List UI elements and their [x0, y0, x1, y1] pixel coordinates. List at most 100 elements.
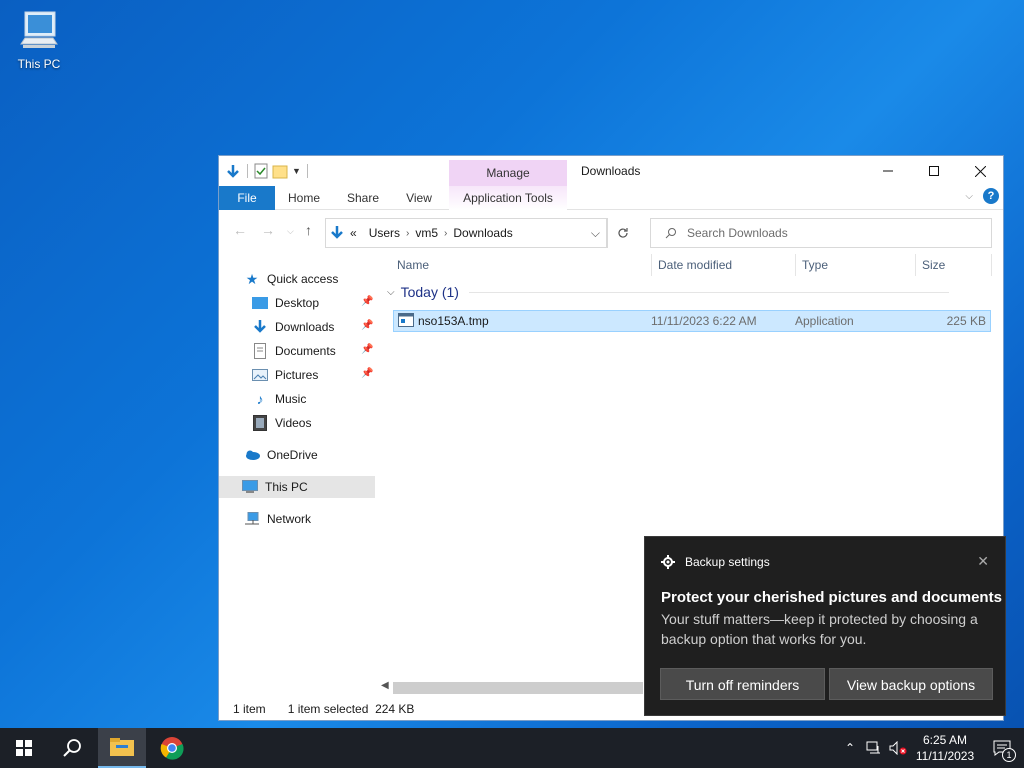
file-name: nso153A.tmp [418, 314, 489, 328]
turn-off-reminders-button[interactable]: Turn off reminders [660, 668, 825, 700]
nav-label: Quick access [267, 272, 339, 286]
nav-pictures[interactable]: Pictures [251, 364, 318, 386]
column-header-type[interactable]: Type [802, 250, 828, 280]
column-header-date-modified[interactable]: Date modified [658, 250, 732, 280]
chevron-down-icon: ⌵ [387, 286, 395, 298]
qat-dropdown-icon[interactable]: ▼ [292, 166, 301, 176]
new-folder-icon[interactable] [272, 163, 288, 179]
tab-file[interactable]: File [219, 186, 275, 210]
taskbar-file-explorer[interactable] [98, 728, 146, 768]
nav-label: Desktop [275, 296, 320, 310]
tab-application-tools[interactable]: Application Tools [449, 186, 567, 210]
manage-tab-group[interactable]: Manage [449, 160, 567, 186]
chevron-right-icon: › [444, 227, 448, 239]
network-icon [243, 511, 261, 527]
toast-headline: Protect your cherished pictures and docu… [661, 589, 1002, 606]
file-date: 11/11/2023 6:22 AM [651, 314, 757, 328]
address-dropdown-icon[interactable]: ⌵ [591, 226, 600, 241]
nav-label: Music [275, 392, 307, 406]
start-button[interactable] [0, 728, 48, 768]
navigation-pane: ★ Quick access Desktop 📌 Downloads 📌 Doc… [219, 250, 379, 696]
chevron-up-icon[interactable]: ⌃ [838, 741, 862, 755]
quick-access-toolbar: ▼ [225, 160, 310, 182]
column-header-size[interactable]: Size [922, 250, 945, 280]
toast-close-icon[interactable]: ✕ [977, 553, 989, 570]
forward-arrow-icon[interactable]: → [261, 222, 275, 238]
search-button[interactable] [48, 728, 96, 768]
taskbar-chrome[interactable] [148, 728, 196, 768]
downloads-icon [251, 319, 269, 335]
network-icon[interactable] [862, 741, 886, 755]
breadcrumb-downloads[interactable]: Downloads [453, 226, 512, 240]
file-explorer-icon [110, 738, 134, 756]
nav-label: Pictures [275, 368, 319, 382]
windows-logo-icon [16, 740, 32, 756]
nav-network[interactable]: Network [243, 508, 311, 530]
clock[interactable]: 6:25 AM 11/11/2023 [910, 732, 980, 764]
desktop-folder-icon [251, 295, 269, 311]
desktop-icon-this-pc[interactable]: This PC [10, 8, 68, 71]
tab-home[interactable]: Home [283, 186, 325, 210]
refresh-button[interactable] [607, 218, 637, 248]
search-icon [63, 739, 81, 757]
nav-this-pc[interactable]: This PC [219, 476, 375, 498]
tab-share[interactable]: Share [341, 186, 385, 210]
system-tray: ⌃ 6:25 AM 11/11/2023 1 [838, 728, 1024, 768]
back-arrow-icon[interactable]: ← [233, 222, 247, 238]
documents-icon [251, 343, 269, 359]
scrollbar-thumb[interactable] [393, 682, 643, 694]
backup-notification-toast[interactable]: Backup settings ✕ Protect your cherished… [644, 536, 1006, 716]
nav-desktop[interactable]: Desktop [251, 292, 319, 314]
action-center-button[interactable]: 1 [980, 740, 1024, 762]
tab-view[interactable]: View [401, 186, 437, 210]
recent-locations-icon[interactable]: ⌵ [287, 226, 294, 237]
close-button[interactable] [957, 156, 1003, 186]
item-count: 1 item [233, 702, 266, 716]
pin-icon: 📌 [361, 368, 374, 379]
application-file-icon [398, 313, 414, 330]
search-input[interactable] [687, 226, 987, 240]
nav-onedrive[interactable]: OneDrive [243, 444, 318, 466]
clock-time: 6:25 AM [922, 733, 968, 747]
scroll-left-icon[interactable]: ◀ [381, 680, 389, 691]
up-arrow-icon[interactable]: ↑ [305, 222, 312, 238]
pictures-icon [251, 367, 269, 383]
properties-icon[interactable] [254, 163, 268, 179]
window-title: Downloads [581, 164, 641, 178]
address-bar[interactable]: « Users › vm5 › Downloads ⌵ [325, 218, 607, 248]
minimize-button[interactable] [865, 156, 911, 186]
volume-muted-icon[interactable] [886, 741, 910, 755]
ribbon-tabs: File Home Share View Application Tools ⌵… [219, 186, 1003, 210]
nav-quick-access[interactable]: ★ Quick access [243, 268, 339, 290]
address-prefix[interactable]: « [350, 226, 357, 240]
nav-downloads[interactable]: Downloads [251, 316, 334, 338]
maximize-icon [929, 166, 939, 176]
computer-icon [20, 11, 58, 48]
breadcrumb-users[interactable]: Users [369, 226, 400, 240]
gear-icon [661, 555, 675, 569]
pin-icon: 📌 [361, 320, 374, 331]
title-bar: ▼ Manage Downloads [219, 156, 1003, 186]
selection-info: 1 item selected 224 KB [287, 702, 415, 716]
search-box[interactable] [650, 218, 992, 248]
nav-videos[interactable]: Videos [251, 412, 311, 434]
taskbar: ⌃ 6:25 AM 11/11/2023 1 [0, 728, 1024, 768]
help-icon[interactable]: ? [983, 188, 999, 204]
breadcrumb-vm5[interactable]: vm5 [415, 226, 438, 240]
file-type: Application [795, 314, 854, 328]
pin-icon: 📌 [361, 296, 374, 307]
down-arrow-icon[interactable] [225, 163, 241, 179]
view-backup-options-button[interactable]: View backup options [829, 668, 993, 700]
nav-label: Downloads [275, 320, 335, 334]
computer-icon [241, 479, 259, 495]
nav-documents[interactable]: Documents [251, 340, 336, 362]
group-header-today[interactable]: ⌵ Today (1) [387, 284, 949, 300]
notification-badge: 1 [1002, 748, 1016, 762]
group-label: Today (1) [400, 284, 459, 300]
downloads-folder-icon [331, 226, 343, 239]
table-row[interactable]: nso153A.tmp 11/11/2023 6:22 AM Applicati… [393, 310, 991, 332]
maximize-button[interactable] [911, 156, 957, 186]
column-header-name[interactable]: Name [397, 250, 429, 280]
expand-ribbon-icon[interactable]: ⌵ [965, 191, 973, 202]
nav-music[interactable]: ♪ Music [251, 388, 307, 410]
